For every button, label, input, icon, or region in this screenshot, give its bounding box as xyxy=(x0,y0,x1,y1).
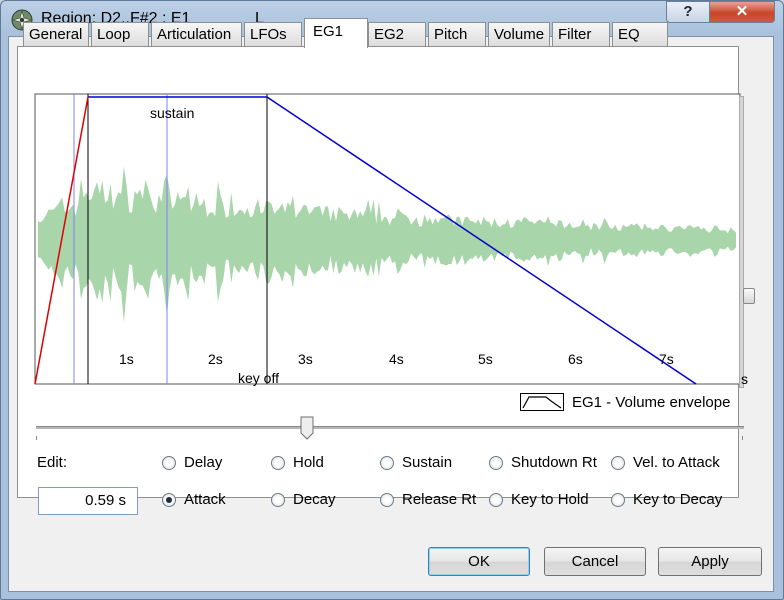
envelope-shape-icon xyxy=(520,393,564,411)
slider-tick xyxy=(36,436,37,440)
radio-circle[interactable] xyxy=(380,493,394,507)
help-button[interactable]: ? xyxy=(666,1,710,23)
apply-button[interactable]: Apply xyxy=(658,547,762,576)
cancel-button[interactable]: Cancel xyxy=(544,547,646,576)
slider-tick xyxy=(742,436,743,440)
time-label-5s: 5s xyxy=(478,351,493,367)
keyoff-label: key off xyxy=(238,370,279,386)
tab-pitch[interactable]: Pitch xyxy=(428,22,486,46)
time-slider-thumb[interactable] xyxy=(300,416,314,440)
radio-label: Vel. to Attack xyxy=(633,454,720,471)
time-label-6s: 6s xyxy=(568,351,583,367)
time-label-1s: 1s xyxy=(119,351,134,367)
time-label-4s: 4s xyxy=(389,351,404,367)
radio-label: Release Rt xyxy=(402,491,477,508)
ok-button[interactable]: OK xyxy=(428,547,530,576)
envelope-graph[interactable]: sustain key off 1s 2s 3s 4s 5s 6s 7s xyxy=(26,56,746,396)
radio-circle[interactable] xyxy=(611,493,625,507)
radio-label: Attack xyxy=(184,491,226,508)
tab-general[interactable]: General xyxy=(23,22,89,46)
tab-eq[interactable]: EQ xyxy=(612,22,668,46)
sustain-label: sustain xyxy=(150,105,194,121)
radio-circle[interactable] xyxy=(162,456,176,470)
radio-label: Decay xyxy=(293,491,336,508)
edit-value-field[interactable]: 0.59 s xyxy=(38,487,138,515)
tab-filter[interactable]: Filter xyxy=(552,22,610,46)
radio-circle[interactable] xyxy=(271,456,285,470)
vertical-zoom-slider-thumb[interactable] xyxy=(743,288,755,304)
radio-circle[interactable] xyxy=(271,493,285,507)
edit-label: Edit: xyxy=(37,454,68,471)
time-label-3s: 3s xyxy=(298,351,313,367)
radio-label: Shutdown Rt xyxy=(511,454,597,471)
tab-eg2[interactable]: EG2 xyxy=(368,22,426,46)
time-label-2s: 2s xyxy=(208,351,223,367)
tab-volume[interactable]: Volume xyxy=(488,22,550,46)
radio-circle[interactable] xyxy=(489,456,503,470)
time-unit-label: s xyxy=(741,371,748,387)
radio-label: Key to Hold xyxy=(511,491,589,508)
radio-circle[interactable] xyxy=(380,456,394,470)
tab-lfos[interactable]: LFOs xyxy=(244,22,302,46)
time-label-7s: 7s xyxy=(659,351,674,367)
radio-label: Key to Decay xyxy=(633,491,723,508)
tab-loop[interactable]: Loop xyxy=(91,22,149,46)
time-slider-track[interactable] xyxy=(36,426,744,429)
radio-label: Hold xyxy=(293,454,324,471)
time-slider[interactable] xyxy=(36,416,746,444)
legend-label: EG1 - Volume envelope xyxy=(572,394,731,411)
radio-circle[interactable] xyxy=(611,456,625,470)
vertical-zoom-slider-track[interactable] xyxy=(739,96,744,388)
radio-label: Sustain xyxy=(402,454,453,471)
tab-eg1[interactable]: EG1 xyxy=(304,18,368,48)
radio-label: Delay xyxy=(184,454,223,471)
tab-articulation[interactable]: Articulation xyxy=(151,22,242,46)
radio-circle[interactable] xyxy=(162,493,176,507)
close-button[interactable]: ✕ xyxy=(709,1,775,23)
radio-circle[interactable] xyxy=(489,493,503,507)
